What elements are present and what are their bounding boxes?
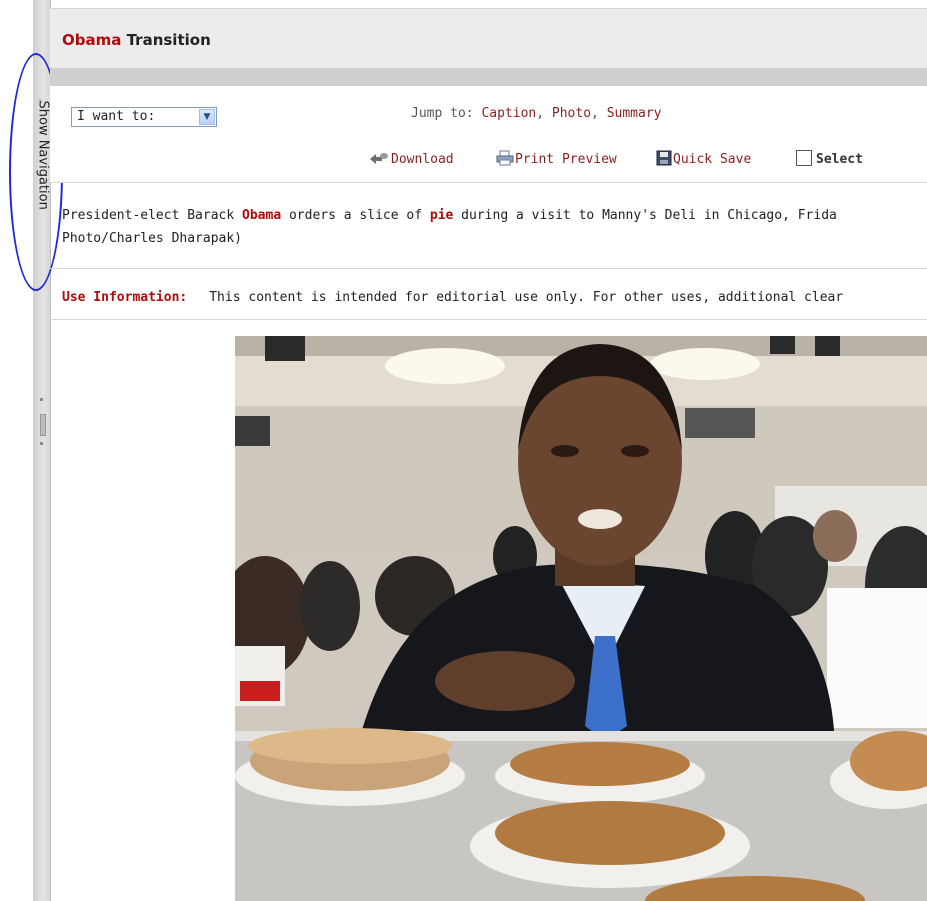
caption-line-2: Photo/Charles Dharapak) <box>62 231 243 246</box>
i-want-to-value: I want to: <box>77 109 156 124</box>
chevron-down-icon[interactable]: ▼ <box>199 109 215 125</box>
photo-illustration <box>235 336 927 901</box>
download-icon <box>370 153 388 164</box>
select-control[interactable]: Select <box>796 150 863 167</box>
title-highlight: Obama <box>62 31 122 49</box>
use-information-text: This content is intended for editorial u… <box>209 290 844 305</box>
caption-highlight-pie: pie <box>429 208 454 223</box>
jump-to-links: Jump to: Caption, Photo, Summary <box>411 106 662 121</box>
caption-text: orders a slice of <box>281 208 430 223</box>
title-rest: Transition <box>121 31 211 49</box>
download-button[interactable]: Download <box>368 150 454 167</box>
jump-to-label: Jump to: <box>411 106 482 121</box>
floppy-disk-icon <box>656 150 672 166</box>
photo-caption: President-elect Barack Obama orders a sl… <box>62 204 927 250</box>
caption-highlight-obama: Obama <box>242 208 282 223</box>
title-divider <box>50 68 927 86</box>
use-information: Use Information: This content is intended… <box>62 290 843 305</box>
download-label: Download <box>391 152 454 167</box>
printer-icon <box>496 150 514 166</box>
toolbar: I want to: ▼ Jump to: Caption, Photo, Su… <box>50 86 927 182</box>
title-bar: Obama Transition <box>50 8 927 69</box>
resize-grip[interactable] <box>39 398 46 448</box>
caption-text: during a visit to Manny's Deli in Chicag… <box>453 208 837 223</box>
caption-line-1: President-elect Barack Obama orders a sl… <box>62 204 927 227</box>
print-preview-button[interactable]: Print Preview <box>496 150 617 167</box>
quick-save-label: Quick Save <box>673 152 752 167</box>
jump-photo-link[interactable]: Photo <box>552 106 591 121</box>
grip-dot <box>40 398 43 401</box>
divider <box>50 268 927 269</box>
news-photo[interactable] <box>235 336 927 901</box>
divider <box>50 319 927 320</box>
quick-save-button[interactable]: Quick Save <box>656 150 751 167</box>
divider <box>50 182 927 183</box>
page: » Show Navigation Obama Transition I wan… <box>0 0 927 901</box>
jump-caption-link[interactable]: Caption <box>481 106 536 121</box>
grip-bar <box>40 414 46 436</box>
jump-separator: , <box>591 106 607 121</box>
checkbox-icon[interactable] <box>796 150 812 166</box>
jump-summary-link[interactable]: Summary <box>607 106 662 121</box>
grip-dot <box>40 442 43 445</box>
select-label: Select <box>816 152 863 167</box>
i-want-to-dropdown[interactable]: I want to: ▼ <box>71 107 217 127</box>
use-information-label: Use Information: <box>62 290 188 305</box>
caption-text: President-elect Barack <box>62 208 243 223</box>
print-preview-label: Print Preview <box>515 152 617 167</box>
page-title: Obama Transition <box>62 31 211 49</box>
jump-separator: , <box>536 106 552 121</box>
